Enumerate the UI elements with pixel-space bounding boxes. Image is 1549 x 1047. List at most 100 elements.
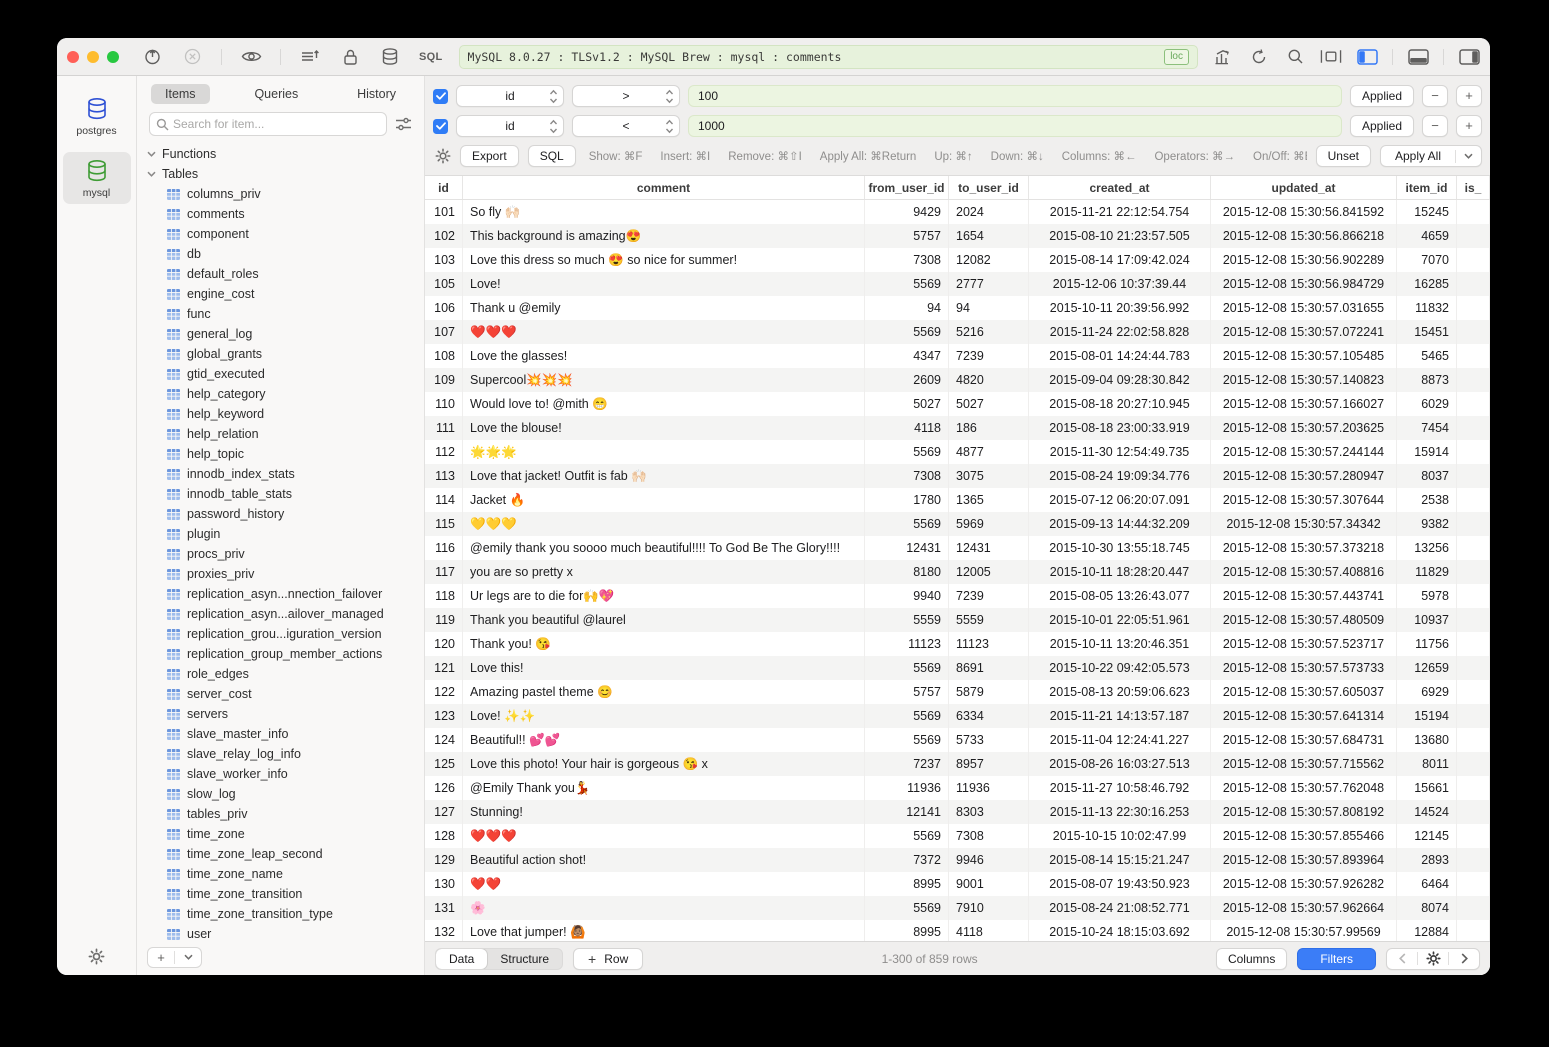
cell-from-user-id[interactable]: 5757 <box>865 224 949 248</box>
cell-is[interactable] <box>1457 656 1490 680</box>
cell-is[interactable] <box>1457 752 1490 776</box>
cell-to-user-id[interactable]: 5027 <box>949 392 1029 416</box>
cell-id[interactable]: 102 <box>425 224 463 248</box>
cell-id[interactable]: 132 <box>425 920 463 941</box>
cell-updated-at[interactable]: 2015-12-08 15:30:57.203625 <box>1211 416 1397 440</box>
filter-settings-gear-icon[interactable] <box>435 148 451 164</box>
filter-value-input[interactable] <box>688 85 1342 107</box>
cell-id[interactable]: 118 <box>425 584 463 608</box>
cell-is[interactable] <box>1457 320 1490 344</box>
column-header-from-user-id[interactable]: from_user_id <box>865 176 949 199</box>
cell-comment[interactable]: ❤️❤️❤️ <box>463 824 865 848</box>
cell-updated-at[interactable]: 2015-12-08 15:30:57.480509 <box>1211 608 1397 632</box>
cell-created-at[interactable]: 2015-08-18 20:27:10.945 <box>1029 392 1211 416</box>
search-icon[interactable] <box>1284 46 1306 68</box>
chart-icon[interactable] <box>1212 46 1234 68</box>
cell-item-id[interactable]: 8873 <box>1397 368 1457 392</box>
cell-item-id[interactable]: 2893 <box>1397 848 1457 872</box>
cell-created-at[interactable]: 2015-12-06 10:37:39.44 <box>1029 272 1211 296</box>
cell-from-user-id[interactable]: 5757 <box>865 680 949 704</box>
table-row[interactable]: 127 Stunning! 12141 8303 2015-11-13 22:3… <box>425 800 1490 824</box>
cell-item-id[interactable]: 12145 <box>1397 824 1457 848</box>
sidebar-item-time_zone[interactable]: time_zone <box>137 824 424 844</box>
cell-updated-at[interactable]: 2015-12-08 15:30:57.762048 <box>1211 776 1397 800</box>
table-row[interactable]: 117 you are so pretty x 8180 12005 2015-… <box>425 560 1490 584</box>
table-row[interactable]: 108 Love the glasses! 4347 7239 2015-08-… <box>425 344 1490 368</box>
cell-id[interactable]: 114 <box>425 488 463 512</box>
cell-id[interactable]: 116 <box>425 536 463 560</box>
filter-value-input[interactable] <box>688 115 1342 137</box>
cell-comment[interactable]: Love this dress so much 😍 so nice for su… <box>463 248 865 272</box>
cell-item-id[interactable]: 14524 <box>1397 800 1457 824</box>
sql-button[interactable]: SQL <box>528 145 576 167</box>
sidebar-item-user[interactable]: user <box>137 924 424 944</box>
cell-comment[interactable]: Love that jumper! 🙆🏽 <box>463 920 865 941</box>
cell-id[interactable]: 105 <box>425 272 463 296</box>
cell-item-id[interactable]: 5465 <box>1397 344 1457 368</box>
cell-created-at[interactable]: 2015-08-10 21:23:57.505 <box>1029 224 1211 248</box>
cell-from-user-id[interactable]: 94 <box>865 296 949 320</box>
table-row[interactable]: 102 This background is amazing😍 5757 165… <box>425 224 1490 248</box>
table-row[interactable]: 123 Love! ✨✨ 5569 6334 2015-11-21 14:13:… <box>425 704 1490 728</box>
apply-all-button[interactable]: Apply All <box>1381 149 1455 163</box>
cell-to-user-id[interactable]: 2777 <box>949 272 1029 296</box>
sidebar-item-time_zone_name[interactable]: time_zone_name <box>137 864 424 884</box>
cell-updated-at[interactable]: 2015-12-08 15:30:57.280947 <box>1211 464 1397 488</box>
filters-button[interactable]: Filters <box>1297 948 1376 970</box>
remove-filter-button[interactable]: − <box>1422 85 1448 107</box>
sidebar-item-innodb_table_stats[interactable]: innodb_table_stats <box>137 484 424 504</box>
sidebar-item-replication_asyn...nnection_failover[interactable]: replication_asyn...nnection_failover <box>137 584 424 604</box>
cell-comment[interactable]: So fly 🙌🏻 <box>463 200 865 224</box>
cell-updated-at[interactable]: 2015-12-08 15:30:57.99569 <box>1211 920 1397 941</box>
cell-is[interactable] <box>1457 392 1490 416</box>
add-filter-button[interactable]: + <box>1456 115 1482 137</box>
cell-created-at[interactable]: 2015-10-11 20:39:56.992 <box>1029 296 1211 320</box>
table-row[interactable]: 110 Would love to! @mith 😁 5027 5027 201… <box>425 392 1490 416</box>
cell-id[interactable]: 131 <box>425 896 463 920</box>
cell-created-at[interactable]: 2015-10-30 13:55:18.745 <box>1029 536 1211 560</box>
cell-item-id[interactable]: 6029 <box>1397 392 1457 416</box>
cell-to-user-id[interactable]: 4877 <box>949 440 1029 464</box>
cell-to-user-id[interactable]: 5879 <box>949 680 1029 704</box>
cell-comment[interactable]: Love the glasses! <box>463 344 865 368</box>
cell-comment[interactable]: Beautiful!! 💕💕 <box>463 728 865 752</box>
table-row[interactable]: 122 Amazing pastel theme 😊 5757 5879 201… <box>425 680 1490 704</box>
cell-to-user-id[interactable]: 11123 <box>949 632 1029 656</box>
table-row[interactable]: 116 @emily thank you soooo much beautifu… <box>425 536 1490 560</box>
cell-from-user-id[interactable]: 5569 <box>865 320 949 344</box>
cell-updated-at[interactable]: 2015-12-08 15:30:57.573733 <box>1211 656 1397 680</box>
cell-updated-at[interactable]: 2015-12-08 15:30:57.031655 <box>1211 296 1397 320</box>
cell-item-id[interactable]: 11756 <box>1397 632 1457 656</box>
cell-is[interactable] <box>1457 632 1490 656</box>
sidebar-item-role_edges[interactable]: role_edges <box>137 664 424 684</box>
cell-id[interactable]: 107 <box>425 320 463 344</box>
sidebar-item-default_roles[interactable]: default_roles <box>137 264 424 284</box>
cell-is[interactable] <box>1457 896 1490 920</box>
cell-is[interactable] <box>1457 536 1490 560</box>
cell-is[interactable] <box>1457 512 1490 536</box>
cell-id[interactable]: 110 <box>425 392 463 416</box>
table-row[interactable]: 107 ❤️❤️❤️ 5569 5216 2015-11-24 22:02:58… <box>425 320 1490 344</box>
sidebar-item-replication_asyn...ailover_managed[interactable]: replication_asyn...ailover_managed <box>137 604 424 624</box>
cell-is[interactable] <box>1457 440 1490 464</box>
cell-id[interactable]: 122 <box>425 680 463 704</box>
sidebar-item-time_zone_transition_type[interactable]: time_zone_transition_type <box>137 904 424 924</box>
cell-comment[interactable]: Would love to! @mith 😁 <box>463 392 865 416</box>
column-header-updated-at[interactable]: updated_at <box>1211 176 1397 199</box>
cell-created-at[interactable]: 2015-09-13 14:44:32.209 <box>1029 512 1211 536</box>
cell-id[interactable]: 125 <box>425 752 463 776</box>
table-row[interactable]: 106 Thank u @emily 94 94 2015-10-11 20:3… <box>425 296 1490 320</box>
cell-created-at[interactable]: 2015-11-27 10:58:46.792 <box>1029 776 1211 800</box>
table-row[interactable]: 130 ❤️❤️ 8995 9001 2015-08-07 19:43:50.9… <box>425 872 1490 896</box>
sidebar-item-general_log[interactable]: general_log <box>137 324 424 344</box>
cell-to-user-id[interactable]: 2024 <box>949 200 1029 224</box>
cell-item-id[interactable]: 13256 <box>1397 536 1457 560</box>
cell-created-at[interactable]: 2015-11-24 22:02:58.828 <box>1029 320 1211 344</box>
sidebar-item-slave_worker_info[interactable]: slave_worker_info <box>137 764 424 784</box>
cell-from-user-id[interactable]: 5569 <box>865 656 949 680</box>
preview-eye-icon[interactable] <box>240 46 262 68</box>
cell-created-at[interactable]: 2015-11-21 14:13:57.187 <box>1029 704 1211 728</box>
cell-from-user-id[interactable]: 5027 <box>865 392 949 416</box>
cell-from-user-id[interactable]: 4347 <box>865 344 949 368</box>
cell-is[interactable] <box>1457 488 1490 512</box>
